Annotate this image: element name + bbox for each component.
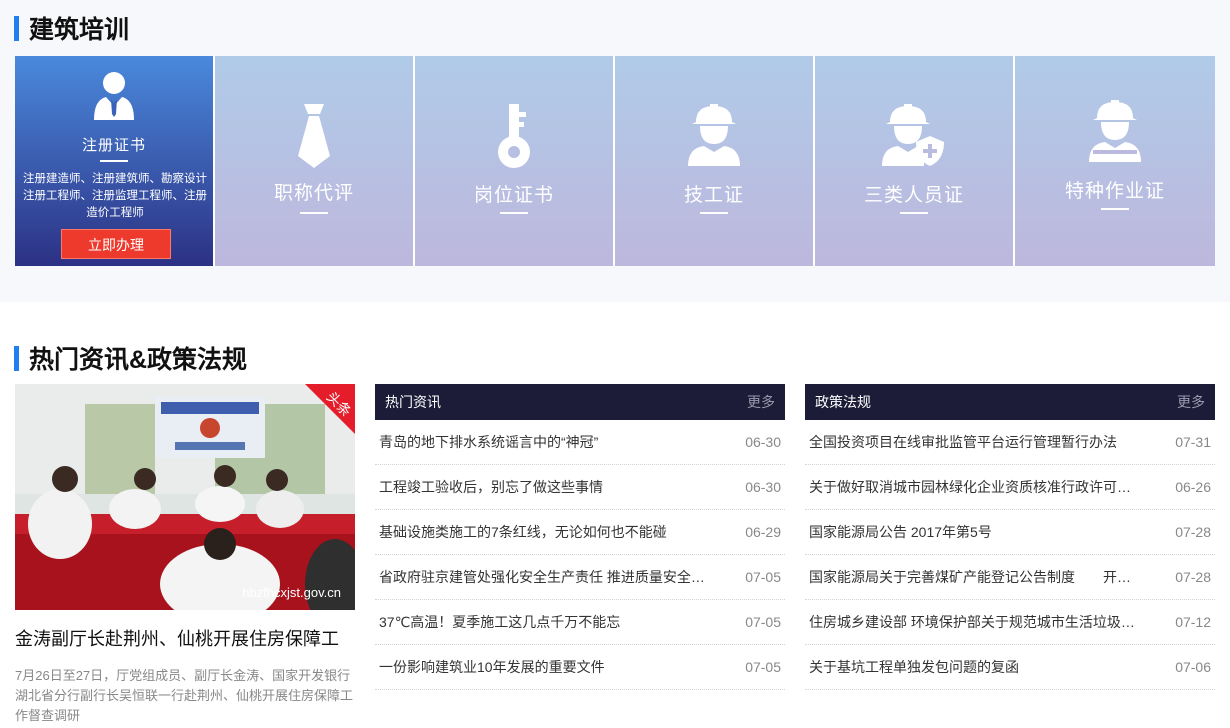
item-date: 07-31 [1175, 434, 1211, 450]
list-item[interactable]: 青岛的地下排水系统谣言中的“神冠” 06-30 [375, 420, 785, 465]
card-divider [100, 160, 128, 162]
item-date: 07-06 [1175, 659, 1211, 675]
hardhat-worker-icon [686, 102, 742, 173]
card-post-certificate[interactable]: 岗位证书 [415, 56, 615, 266]
apply-now-button[interactable]: 立即办理 [61, 229, 171, 259]
item-date: 06-29 [745, 524, 781, 540]
item-date: 06-30 [745, 434, 781, 450]
card-description: 注册建造师、注册建筑师、勘察设计注册工程师、注册监理工程师、注册造价工程师 [23, 173, 207, 219]
list-item[interactable]: 工程竣工验收后，别忘了做这些事情 06-30 [375, 465, 785, 510]
card-label: 岗位证书 [473, 185, 554, 206]
item-title: 国家能源局公告 2017年第5号 [809, 524, 992, 540]
card-divider [900, 212, 928, 214]
card-three-types-certificate[interactable]: 三类人员证 [815, 56, 1015, 266]
list-item[interactable]: 国家能源局公告 2017年第5号 07-28 [805, 510, 1215, 555]
news-title: 热门资讯&政策法规 [29, 346, 248, 374]
featured-summary: 7月26日至27日，厅党组成员、副厅长金涛、国家开发银行湖北省分行副行长吴恒联一… [15, 668, 354, 723]
list-item[interactable]: 住房城乡建设部 环境保护部关于规范城市生活垃圾跨界清运处理的通知 07-12 [805, 600, 1215, 645]
list-item[interactable]: 关于做好取消城市园林绿化企业资质核准行政许可事项有关工作的通知 06-26 [805, 465, 1215, 510]
item-title: 国家能源局关于完善煤矿产能登记公告制度 开展建设生产煤矿产能核实工作的通知 [809, 569, 1139, 585]
item-title: 关于基坑工程单独发包问题的复函 [809, 659, 1019, 675]
panel-title: 热门资讯 [385, 394, 441, 410]
card-special-operation-certificate[interactable]: 特种作业证 [1015, 56, 1215, 266]
item-title: 37℃高温！夏季施工这几点千万不能忘 [379, 614, 621, 630]
item-title: 全国投资项目在线审批监管平台运行管理暂行办法 [809, 434, 1117, 450]
list-item[interactable]: 省政府驻京建管处强化安全生产责任 推进质量安全提升行动 07-05 [375, 555, 785, 600]
item-title: 一份影响建筑业10年发展的重要文件 [379, 659, 605, 675]
title-accent-bar [14, 15, 19, 41]
policy-list: 全国投资项目在线审批监管平台运行管理暂行办法 07-31 关于做好取消城市园林绿化… [805, 420, 1215, 690]
featured-headline[interactable]: 金涛副厅长赴荆州、仙桃开展住房保障工 [15, 625, 339, 651]
more-link[interactable]: 更多 [1177, 392, 1205, 412]
list-item[interactable]: 37℃高温！夏季施工这几点千万不能忘 07-05 [375, 600, 785, 645]
list-item[interactable]: 一份影响建筑业10年发展的重要文件 07-05 [375, 645, 785, 690]
list-item[interactable]: 全国投资项目在线审批监管平台运行管理暂行办法 07-31 [805, 420, 1215, 465]
card-label: 特种作业证 [1064, 181, 1165, 202]
special-worker-icon [1087, 98, 1143, 169]
card-divider [700, 212, 728, 214]
worker-shield-icon [882, 102, 946, 173]
item-title: 住房城乡建设部 环境保护部关于规范城市生活垃圾跨界清运处理的通知 [809, 614, 1139, 630]
item-date: 06-30 [745, 479, 781, 495]
item-date: 07-05 [745, 569, 781, 585]
policy-panel: 政策法规 更多 全国投资项目在线审批监管平台运行管理暂行办法 07-31 关于做好… [805, 384, 1215, 690]
item-title: 青岛的地下排水系统谣言中的“神冠” [379, 434, 599, 450]
item-date: 07-28 [1175, 524, 1211, 540]
card-label: 三类人员证 [863, 185, 964, 206]
item-date: 06-26 [1175, 479, 1211, 495]
list-item[interactable]: 关于基坑工程单独发包问题的复函 07-06 [805, 645, 1215, 690]
news-list: 青岛的地下排水系统谣言中的“神冠” 06-30 工程竣工验收后，别忘了做这些事情 0… [375, 420, 785, 690]
item-title: 关于做好取消城市园林绿化企业资质核准行政许可事项有关工作的通知 [809, 479, 1139, 495]
card-divider [1101, 208, 1129, 210]
training-title: 建筑培训 [29, 16, 130, 44]
key-icon [496, 102, 532, 175]
list-item[interactable]: 基础设施类施工的7条红线，无论如何也不能碰 06-29 [375, 510, 785, 555]
page: 建筑培训 注册证书 注册建造师、注册建筑师、勘察设计注册工程师、注册监理工程师、… [0, 0, 1230, 728]
card-label: 技工证 [683, 185, 744, 206]
image-watermark: hbzfhcxjst.gov.cn [242, 585, 341, 600]
necktie-icon [296, 102, 332, 175]
more-link[interactable]: 更多 [747, 392, 775, 412]
title-accent-bar [14, 345, 19, 371]
hot-news-panel: 热门资讯 更多 青岛的地下排水系统谣言中的“神冠” 06-30 工程竣工验收后，别… [375, 384, 785, 690]
section-title: 热门资讯&政策法规 [14, 340, 247, 376]
item-date: 07-05 [745, 659, 781, 675]
section-title: 建筑培训 [14, 10, 129, 46]
card-registered-certificate[interactable]: 注册证书 注册建造师、注册建筑师、勘察设计注册工程师、注册监理工程师、注册造价工… [15, 56, 215, 266]
panel-title: 政策法规 [815, 394, 871, 410]
card-technician-certificate[interactable]: 技工证 [615, 56, 815, 266]
item-title: 省政府驻京建管处强化安全生产责任 推进质量安全提升行动 [379, 569, 709, 585]
card-divider [300, 212, 328, 214]
card-label: 注册证书 [81, 137, 146, 154]
training-cards: 注册证书 注册建造师、注册建筑师、勘察设计注册工程师、注册监理工程师、注册造价工… [15, 56, 1215, 266]
item-date: 07-12 [1175, 614, 1211, 630]
panel-header: 热门资讯 更多 [375, 384, 785, 420]
item-title: 基础设施类施工的7条红线，无论如何也不能碰 [379, 524, 667, 540]
card-title-evaluation[interactable]: 职称代评 [215, 56, 415, 266]
item-date: 07-28 [1175, 569, 1211, 585]
user-suit-icon [92, 70, 136, 127]
panel-header: 政策法规 更多 [805, 384, 1215, 420]
list-item[interactable]: 国家能源局关于完善煤矿产能登记公告制度 开展建设生产煤矿产能核实工作的通知 07-… [805, 555, 1215, 600]
training-section: 建筑培训 注册证书 注册建造师、注册建筑师、勘察设计注册工程师、注册监理工程师、… [0, 0, 1230, 302]
featured-news-image[interactable]: 头条 hbzfhcxjst.gov.cn [15, 384, 355, 610]
card-label: 职称代评 [273, 183, 354, 204]
card-divider [500, 212, 528, 214]
item-title: 工程竣工验收后，别忘了做这些事情 [379, 479, 603, 495]
item-date: 07-05 [745, 614, 781, 630]
